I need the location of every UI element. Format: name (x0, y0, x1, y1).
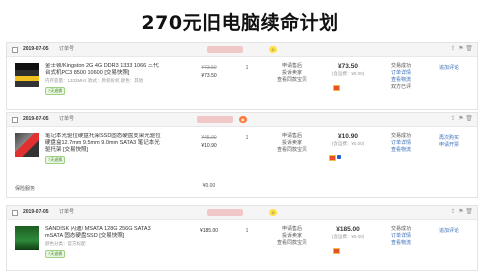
taobao-icon (337, 155, 341, 159)
order-header: 2019-07-05 订单号 ☺ ⇪ ⚑ 🗑 (7, 206, 477, 220)
delete-icon[interactable]: 🗑 (465, 113, 473, 126)
flag-icon[interactable]: ⚑ (457, 113, 465, 126)
header-actions: ⇪ ⚑ 🗑 (449, 206, 473, 219)
return-badge: 7天退换 (45, 87, 66, 95)
review-status: 双方已评 (390, 84, 411, 90)
trade-status: 交易成功 (390, 226, 411, 232)
order-checkbox[interactable] (12, 117, 18, 123)
apply-aftersale-link[interactable]: 申请售后 (269, 133, 315, 140)
order-header: 2019-07-05 订单号 ◉ ⇪ ⚑ 🗑 (7, 113, 477, 127)
share-icon[interactable]: ⇪ (449, 43, 457, 56)
chat-icon[interactable]: ☺ (269, 46, 278, 53)
unit-price: ¥185.00 (199, 228, 219, 234)
return-badge: 7天退换 (45, 250, 66, 258)
insurance-label: 保险服务 (15, 186, 36, 192)
order-detail-link[interactable]: 订单详情 (381, 70, 421, 77)
item-name-link[interactable]: 金士顿/Kingston 2G 4G DDR3 1333 1066 三代台式机P… (45, 63, 163, 77)
order-card: 2019-07-05 订单号 ◉ ⇪ ⚑ 🗑 笔记本光驱位硬盘托架SSD固态硬盘支架… (6, 112, 478, 198)
trade-status: 交易成功 (390, 63, 411, 69)
quantity: 1 (245, 228, 249, 234)
item-spec: 颜色分类：官方标配 (45, 241, 86, 246)
order-number-label: 订单号 (59, 46, 75, 52)
country-flag-icon (333, 248, 340, 254)
add-review-link[interactable]: 追加评论 (429, 65, 469, 72)
order-total: ¥73.50 (含运费：¥0.00) (325, 63, 371, 77)
shop-name-redacted[interactable] (207, 46, 243, 53)
apply-aftersale-link[interactable]: 申请售后 (269, 226, 315, 233)
item-name-link[interactable]: 笔记本光驱位硬盘托架SSD固态硬盘支架光驱位硬盘盒12.7mm 9.5mm 9.… (45, 133, 163, 154)
add-review-link[interactable]: 追加评论 (429, 228, 469, 235)
item-spec: 内存容量：1333MHz 款式：原装拆机 颜色：其他 (45, 78, 144, 83)
trade-status: 交易成功 (390, 133, 411, 139)
order-status: 交易成功 订单详情 查看物流 双方已评 (381, 63, 421, 91)
item-name-link[interactable]: SANDISK 闪迪/ MSATA 128G 256G SATA3 mSATA … (45, 226, 163, 240)
page-title: 270元旧电脑续命计划 (141, 12, 339, 34)
insurance-price: ¥0.00 (202, 183, 216, 189)
complain-seller-link[interactable]: 投诉卖家 (269, 70, 315, 77)
order-date: 2019-07-05 (23, 46, 49, 52)
order-number-label: 订单号 (59, 116, 75, 122)
chat-icon[interactable]: ☺ (269, 209, 278, 216)
order-date: 2019-07-05 (23, 116, 49, 122)
view-logistics-link[interactable]: 查看物流 (381, 240, 421, 247)
item-thumbnail[interactable] (15, 63, 39, 87)
shop-name-redacted[interactable] (207, 209, 243, 216)
view-logistics-link[interactable]: 查看物流 (381, 77, 421, 84)
order-header: 2019-07-05 订单号 ☺ ⇪ ⚑ 🗑 (7, 43, 477, 57)
apply-aftersale-link[interactable]: 申请售后 (269, 63, 315, 70)
similar-items-link[interactable]: 查看同款宝贝 (269, 77, 315, 84)
shipping-fee: (含运费：¥0.00) (331, 71, 365, 76)
shipping-fee: (含运费：¥0.00) (331, 234, 365, 239)
original-price: ¥73.50 (201, 65, 217, 71)
flag-icon[interactable]: ⚑ (457, 206, 465, 219)
delete-icon[interactable]: 🗑 (465, 43, 473, 56)
order-date: 2019-07-05 (23, 209, 49, 215)
return-badge: 7天退换 (45, 156, 66, 164)
item-thumbnail[interactable] (15, 226, 39, 250)
order-card: 2019-07-05 订单号 ☺ ⇪ ⚑ 🗑 SANDISK 闪迪/ MSATA 1… (6, 205, 478, 271)
complain-seller-link[interactable]: 投诉卖家 (269, 233, 315, 240)
similar-items-link[interactable]: 查看同款宝贝 (269, 147, 315, 154)
original-price: ¥45.00 (201, 135, 217, 141)
quantity: 1 (245, 65, 249, 71)
view-logistics-link[interactable]: 查看物流 (381, 147, 421, 154)
quantity: 1 (245, 135, 249, 141)
similar-items-link[interactable]: 查看同款宝贝 (269, 240, 315, 247)
service-links: 申请售后 投诉卖家 查看同款宝贝 (269, 226, 315, 247)
order-total: ¥185.00 (含运费：¥0.00) (325, 226, 371, 240)
country-flag-icon (333, 85, 340, 91)
share-icon[interactable]: ⇪ (449, 113, 457, 126)
order-checkbox[interactable] (12, 47, 18, 53)
order-actions: 再次购买 申请开票 (429, 135, 469, 149)
order-detail-link[interactable]: 订单详情 (381, 140, 421, 147)
total-price: ¥10.90 (338, 133, 358, 140)
item-thumbnail[interactable] (15, 133, 39, 157)
order-total: ¥10.90 (含运费：¥0.00) (325, 133, 371, 147)
order-checkbox[interactable] (12, 210, 18, 216)
request-invoice-link[interactable]: 申请开票 (429, 142, 469, 149)
order-card: 2019-07-05 订单号 ☺ ⇪ ⚑ 🗑 金士顿/Kingston 2G 4G … (6, 42, 478, 110)
country-flag-icon (329, 155, 336, 161)
unit-price: ¥10.90 (201, 143, 217, 149)
shop-name-redacted[interactable] (197, 116, 233, 123)
total-price: ¥185.00 (336, 226, 360, 233)
service-links: 申请售后 投诉卖家 查看同款宝贝 (269, 63, 315, 84)
share-icon[interactable]: ⇪ (449, 206, 457, 219)
shipping-fee: (含运费：¥0.00) (331, 141, 365, 146)
header-actions: ⇪ ⚑ 🗑 (449, 113, 473, 126)
total-price: ¥73.50 (338, 63, 358, 70)
buy-again-link[interactable]: 再次购买 (429, 135, 469, 142)
order-detail-link[interactable]: 订单详情 (381, 233, 421, 240)
complain-seller-link[interactable]: 投诉卖家 (269, 140, 315, 147)
order-status: 交易成功 订单详情 查看物流 (381, 226, 421, 247)
unit-price: ¥73.50 (201, 73, 217, 79)
service-links: 申请售后 投诉卖家 查看同款宝贝 (269, 133, 315, 154)
order-number-label: 订单号 (59, 209, 75, 215)
flag-icon[interactable]: ⚑ (457, 43, 465, 56)
order-status: 交易成功 订单详情 查看物流 (381, 133, 421, 154)
header-actions: ⇪ ⚑ 🗑 (449, 43, 473, 56)
delete-icon[interactable]: 🗑 (465, 206, 473, 219)
contact-seller-icon[interactable]: ◉ (239, 116, 247, 123)
